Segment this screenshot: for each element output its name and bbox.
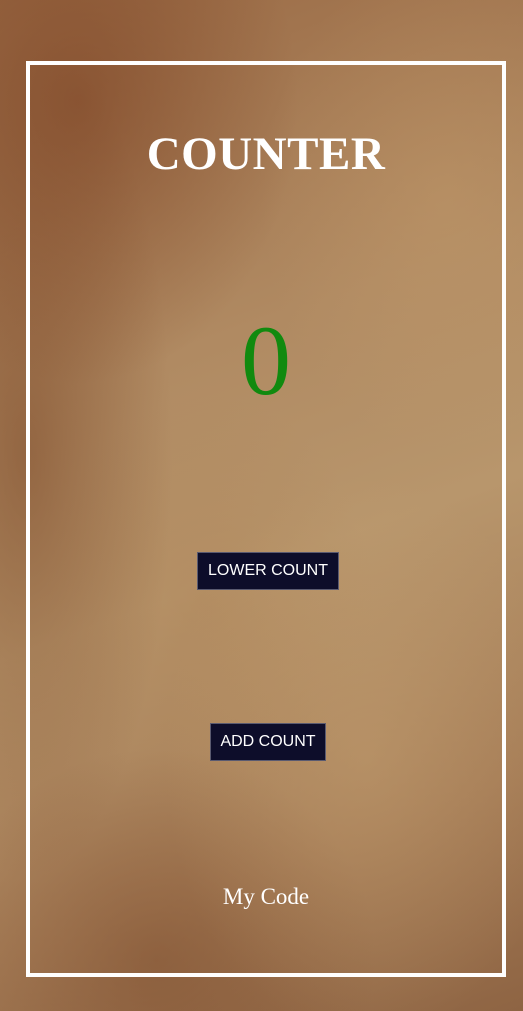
footer-text: My Code: [222, 884, 310, 909]
lower-count-button[interactable]: LOWER COUNT: [197, 552, 339, 590]
add-count-button[interactable]: ADD COUNT: [210, 723, 326, 761]
page-title: COUNTER: [146, 128, 386, 180]
counter-frame: COUNTER 0 LOWER COUNT ADD COUNT My Code: [26, 61, 506, 977]
count-display: 0: [241, 305, 291, 416]
